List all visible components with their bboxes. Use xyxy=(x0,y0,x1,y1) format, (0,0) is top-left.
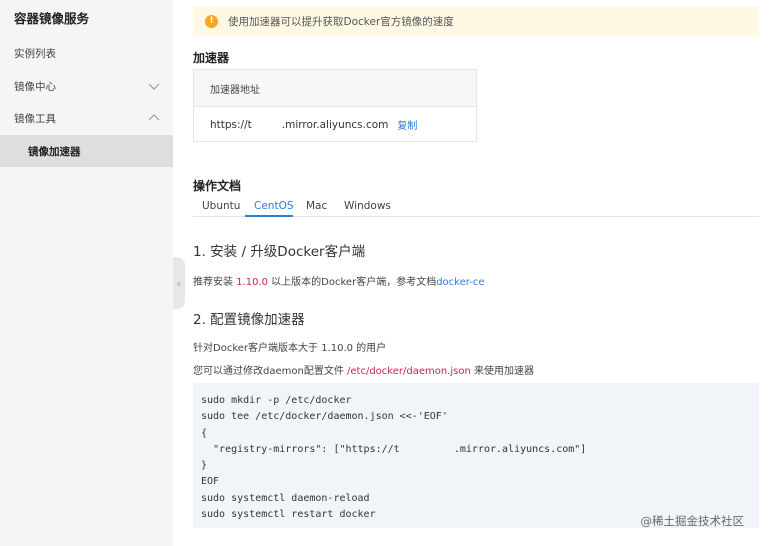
accelerator-heading: 加速器 xyxy=(193,51,230,65)
sidebar-item-label: 镜像工具 xyxy=(14,112,56,125)
tab-centos[interactable]: CentOS xyxy=(254,200,294,212)
tab-mac[interactable]: Mac xyxy=(306,200,327,212)
warning-icon: ! xyxy=(205,14,218,28)
code-line: sudo mkdir -p /etc/docker xyxy=(201,395,352,406)
tab-ubuntu[interactable]: Ubuntu xyxy=(202,200,240,212)
copy-button[interactable]: 复制 xyxy=(397,117,417,132)
step2-line2-suffix: 来使用加速器 xyxy=(470,366,534,377)
sidebar-item-label: 实例列表 xyxy=(14,47,56,60)
chevron-up-icon xyxy=(148,114,160,121)
accelerator-row: https://t .mirror.aliyuncs.com 复制 xyxy=(194,107,476,142)
code-line: EOF xyxy=(201,476,220,488)
step1-text-prefix: 推荐安装 xyxy=(193,277,237,288)
chevron-left-icon: ‹ xyxy=(176,276,182,290)
info-notice: ! 使用加速器可以提升获取Docker官方镜像的速度 xyxy=(193,6,759,36)
accelerator-table: 加速器地址 https://t .mirror.aliyuncs.com 复制 xyxy=(193,69,477,142)
code-block[interactable]: sudo mkdir -p /etc/docker sudo tee /etc/… xyxy=(193,383,759,528)
code-line: { xyxy=(201,427,208,439)
step2-line2-prefix: 您可以通过修改daemon配置文件 xyxy=(193,366,348,377)
sidebar-item-instance-list[interactable]: 实例列表 xyxy=(0,37,173,69)
sidebar-item-image-tools[interactable]: 镜像工具 xyxy=(0,102,173,134)
sidebar-item-label: 镜像中心 xyxy=(14,80,56,93)
watermark: @稀土掘金技术社区 xyxy=(640,514,745,528)
step1-title: 1. 安装 / 升级Docker客户端 xyxy=(193,244,366,260)
version-highlight: 1.10.0 xyxy=(236,277,268,288)
tab-windows[interactable]: Windows xyxy=(344,200,391,212)
step1-text-middle: 以上版本的Docker客户端，参考文档 xyxy=(268,277,437,288)
docs-heading: 操作文档 xyxy=(193,179,242,193)
step2-line2: 您可以通过修改daemon配置文件 /etc/docker/daemon.jso… xyxy=(193,362,534,377)
os-tabs: Ubuntu CentOS Mac Windows xyxy=(193,197,759,217)
accelerator-column-header: 加速器地址 xyxy=(194,70,476,107)
config-path: /etc/docker/daemon.json xyxy=(347,366,471,377)
code-line: sudo systemctl daemon-reload xyxy=(201,492,370,504)
active-tab-indicator xyxy=(245,215,293,217)
sidebar-item-image-accelerator[interactable]: 镜像加速器 xyxy=(0,135,173,167)
sidebar-collapse-toggle[interactable]: ‹ xyxy=(173,257,185,309)
sidebar-item-label: 镜像加速器 xyxy=(28,145,81,158)
sidebar-title: 容器镜像服务 xyxy=(14,11,90,26)
accelerator-url: https://t .mirror.aliyuncs.com xyxy=(210,118,389,131)
docker-ce-link[interactable]: docker-ce xyxy=(436,277,484,288)
code-line: "registry-mirrors": ["https://t .mirror.… xyxy=(201,443,587,455)
step1-text: 推荐安装 1.10.0 以上版本的Docker客户端，参考文档docker-ce xyxy=(193,273,484,288)
step2-title: 2. 配置镜像加速器 xyxy=(193,312,305,328)
sidebar-item-image-center[interactable]: 镜像中心 xyxy=(0,70,173,102)
step2-line1: 针对Docker客户端版本大于 1.10.0 的用户 xyxy=(193,343,387,354)
code-line: sudo tee /etc/docker/daemon.json <<-'EOF… xyxy=(201,411,448,423)
code-line: } xyxy=(201,460,208,472)
notice-text: 使用加速器可以提升获取Docker官方镜像的速度 xyxy=(228,15,454,28)
chevron-down-icon xyxy=(148,83,160,90)
sidebar: 容器镜像服务 实例列表 镜像中心 镜像工具 镜像加速器 xyxy=(0,0,173,546)
